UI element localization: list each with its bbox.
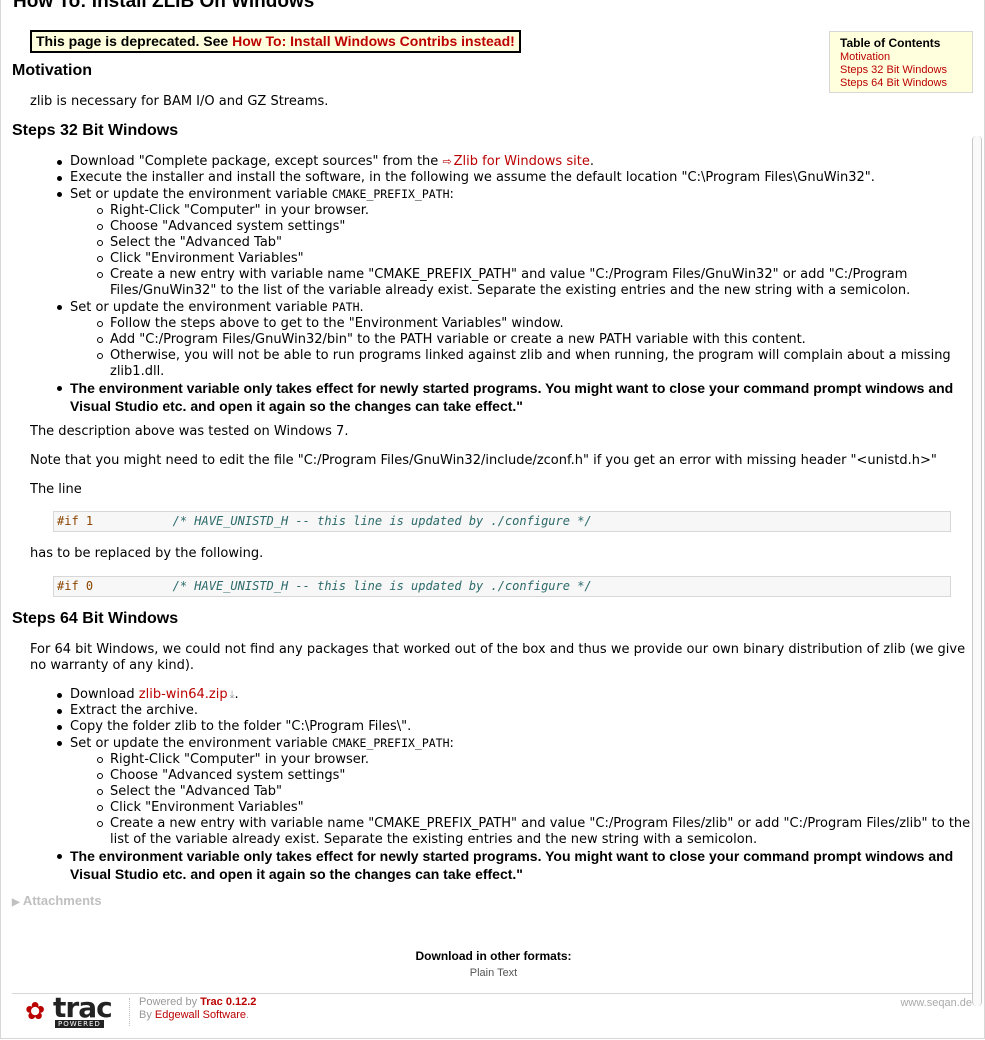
env-var-name: PATH [331,300,360,314]
list-item-text: Download "Complete package, except sourc… [70,154,443,169]
sub-list-item: Create a new entry with variable name "C… [97,267,970,299]
sub-list-item: Choose "Advanced system settings" [97,768,975,784]
powered-by: Powered by Trac 0.12.2 By Edgewall Softw… [139,996,256,1022]
attachments-label: Attachments [22,893,102,908]
list-item-text: Set or update the environment variable [70,736,332,751]
toc-item-motivation[interactable]: Motivation [840,51,962,64]
replaced-text: has to be replaced by the following. [30,546,264,561]
sub-list-item: Right-Click "Computer" in your browser. [97,752,975,768]
site-link[interactable]: www.seqan.de [900,997,972,1009]
code-keyword: #if 1 [57,514,94,528]
motivation-text: zlib is necessary for BAM I/O and GZ Str… [30,94,329,109]
list-item: Set or update the environment variable C… [57,735,975,848]
zlib-win64-download-link[interactable]: zlib-win64.zip [139,687,228,702]
plain-text-link[interactable]: Plain Text [470,967,518,979]
env-var-name: CMAKE_PREFIX_PATH [331,187,450,201]
code-comment: /* HAVE_UNISTD_H -- this line is updated… [172,514,592,528]
list-item: Set or update the environment variable P… [57,299,970,380]
list-item-text: . [589,154,594,169]
sub-list-item: Click "Environment Variables" [97,800,975,816]
code-block: #if 1 /* HAVE_UNISTD_H -- this line is u… [53,511,951,532]
by-label: By [139,1009,155,1021]
alternate-formats: Download in other formats: Plain Text [1,948,984,981]
list-item-text: . [234,687,239,702]
list-item: The environment variable only takes effe… [57,380,960,416]
heading-motivation: Motivation [12,62,92,79]
powered-by-label: Powered by [139,996,201,1008]
cmake-steps-64: Right-Click "Computer" in your browser. … [70,752,975,848]
cmake-steps-32: Right-Click "Computer" in your browser. … [70,203,970,299]
trac-logo[interactable]: ✿ trac POWERED [25,991,121,1029]
steps-32-list: Download "Complete package, except sourc… [57,154,970,416]
restart-note: The environment variable only takes effe… [70,848,954,882]
contribs-link[interactable]: How To: Install Windows Contribs instead… [232,33,515,49]
attachments-toggle[interactable]: ▶ Attachments [12,893,102,908]
toc-item-steps-32[interactable]: Steps 32 Bit Windows [840,64,962,77]
sub-list-item: Select the "Advanced Tab" [97,235,970,251]
page-title: How To: Install ZLIB On Windows [13,0,315,12]
list-item-text: : [449,736,454,751]
list-item: Set or update the environment variable C… [57,186,970,299]
by-suffix: . [246,1009,250,1021]
path-steps-32: Follow the steps above to get to the "En… [70,316,960,380]
list-item: Download "Complete package, except sourc… [57,154,970,170]
sub-list-item: Follow the steps above to get to the "En… [97,316,960,332]
vertical-scrollbar[interactable] [972,136,982,1006]
sub-list-item: Choose "Advanced system settings" [97,219,970,235]
toc-title: Table of Contents [840,36,941,50]
zlib-windows-site-link[interactable]: Zlib for Windows site [454,154,590,169]
footer: ✿ trac POWERED Powered by Trac 0.12.2 By… [12,991,972,1038]
deprecation-text: This page is deprecated. See [36,33,233,49]
tested-text: The description above was tested on Wind… [30,424,349,439]
steps-64-intro: For 64 bit Windows, we could not find an… [30,642,966,673]
list-item-text: Download [70,687,139,702]
formats-title: Download in other formats: [415,949,572,963]
toc-item-steps-64[interactable]: Steps 64 Bit Windows [840,77,962,90]
sub-list-item: Right-Click "Computer" in your browser. [97,203,970,219]
list-item-text: . [359,300,364,315]
external-link-icon: ⇨ [442,155,452,168]
list-item-text: Set or update the environment variable [70,300,332,315]
sub-list-item: Add "C:/Program Files/GnuWin32/bin" to t… [97,332,960,348]
sub-list-item: Create a new entry with variable name "C… [97,816,975,848]
list-item-text: Set or update the environment variable [70,187,332,202]
steps-64-list: Download zlib-win64.zip ⤓. Extract the ar… [57,687,975,884]
sub-list-item: Otherwise, you will not be able to run p… [97,348,960,380]
code-comment: /* HAVE_UNISTD_H -- this line is updated… [172,579,592,593]
page-frame: How To: Install ZLIB On Windows This pag… [0,0,985,1039]
the-line-text: The line [30,482,82,497]
logo-tag: POWERED [55,1020,104,1028]
env-var-name: CMAKE_PREFIX_PATH [331,736,450,750]
sub-list-item: Select the "Advanced Tab" [97,784,975,800]
list-item: Extract the archive. [57,703,975,719]
table-of-contents: Table of Contents Motivation Steps 32 Bi… [829,31,973,93]
heading-steps-64: Steps 64 Bit Windows [12,610,179,627]
trac-version-link[interactable]: Trac 0.12.2 [200,996,256,1008]
edgewall-link[interactable]: Edgewall Software [155,1009,246,1021]
disclosure-triangle-icon: ▶ [12,897,20,908]
heading-steps-32: Steps 32 Bit Windows [12,122,179,139]
list-item-text: : [449,187,454,202]
edit-note-text: Note that you might need to edit the fil… [30,453,937,468]
code-keyword: #if 0 [57,579,94,593]
list-item: Execute the installer and install the so… [57,170,970,186]
list-item: Copy the folder zlib to the folder "C:\P… [57,719,975,735]
list-item: Download zlib-win64.zip ⤓. [57,687,975,703]
list-item: The environment variable only takes effe… [57,848,960,884]
footer-divider [129,998,131,1026]
deprecation-notice: This page is deprecated. See How To: Ins… [30,30,521,53]
restart-note: The environment variable only takes effe… [70,380,954,414]
code-block: #if 0 /* HAVE_UNISTD_H -- this line is u… [53,576,951,597]
sub-list-item: Click "Environment Variables" [97,251,970,267]
paw-icon: ✿ [25,997,46,1025]
